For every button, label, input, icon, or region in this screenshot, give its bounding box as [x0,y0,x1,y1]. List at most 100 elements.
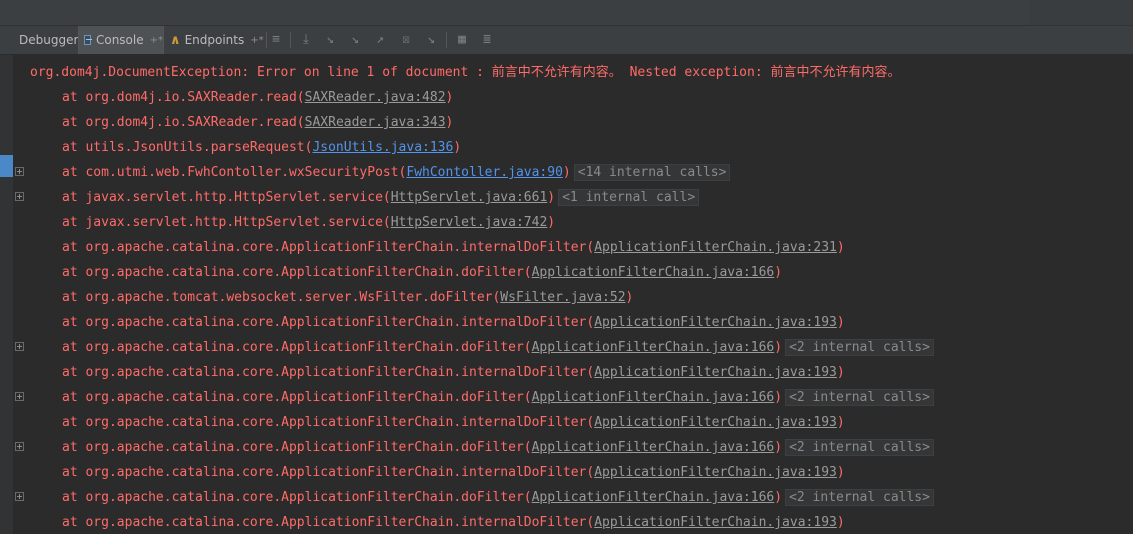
expand-icon[interactable] [15,442,24,451]
console-icon [84,35,92,45]
frame-text: at org.apache.catalina.core.ApplicationF… [62,415,595,430]
frame-close: ) [774,340,783,355]
stack-frame-line: at org.dom4j.io.SAXReader.read(SAXReader… [13,110,1133,135]
frame-close: ) [836,365,845,380]
source-link[interactable]: ApplicationFilterChain.java:193 [594,465,837,480]
stack-frame-line: at org.apache.tomcat.websocket.server.Ws… [13,285,1133,310]
source-link[interactable]: FwhContoller.java:90 [406,165,563,180]
source-link[interactable]: ApplicationFilterChain.java:166 [532,440,775,455]
stack-frame-line: at org.apache.catalina.core.ApplicationF… [13,435,1133,460]
source-link[interactable]: ApplicationFilterChain.java:166 [532,340,775,355]
frame-text: at javax.servlet.http.HttpServlet.servic… [62,190,391,205]
stack-frame-line: at com.utmi.web.FwhContoller.wxSecurityP… [13,160,1133,185]
expand-icon[interactable] [15,167,24,176]
frame-text: at com.utmi.web.FwhContoller.wxSecurityP… [62,165,407,180]
tab-console[interactable]: Console +* [78,26,164,54]
evaluate-expression-icon[interactable]: ▦ [454,32,470,48]
frame-text: at org.apache.catalina.core.ApplicationF… [62,440,532,455]
source-link[interactable]: SAXReader.java:343 [305,115,446,130]
internal-calls-badge[interactable]: <2 internal calls> [785,489,934,506]
stack-frame-line: at utils.JsonUtils.parseRequest(JsonUtil… [13,135,1133,160]
frame-text: at org.apache.catalina.core.ApplicationF… [62,365,595,380]
debug-toolbar: Debugger Console +* ∧ Endpoints +* ≡ ⤓ ↘… [0,26,1133,55]
frame-close: ) [547,190,556,205]
frame-text: at org.apache.tomcat.websocket.server.Ws… [62,290,501,305]
frame-close: ) [625,290,634,305]
stack-frame-line: at org.apache.catalina.core.ApplicationF… [13,335,1133,360]
source-link[interactable]: SAXReader.java:482 [305,90,446,105]
force-step-into-icon[interactable]: ↘ [347,32,363,48]
source-link[interactable]: ApplicationFilterChain.java:166 [532,390,775,405]
frame-close: ) [774,490,783,505]
source-link[interactable]: ApplicationFilterChain.java:166 [532,490,775,505]
frame-close: ) [547,215,556,230]
internal-calls-badge[interactable]: <2 internal calls> [785,389,934,406]
source-link[interactable]: ApplicationFilterChain.java:193 [594,415,837,430]
expand-icon[interactable] [15,492,24,501]
frame-close: ) [836,240,845,255]
frame-close: ) [445,115,454,130]
frame-text: at org.apache.catalina.core.ApplicationF… [62,340,532,355]
tab-endpoints[interactable]: ∧ Endpoints +* [168,26,264,54]
console-output[interactable]: org.dom4j.DocumentException: Error on li… [13,55,1133,534]
toolbar-divider [266,32,267,48]
frame-close: ) [774,265,783,280]
toolbar-divider [290,32,291,48]
frame-text: at org.apache.catalina.core.ApplicationF… [62,390,532,405]
frame-text: at org.apache.catalina.core.ApplicationF… [62,465,595,480]
source-link[interactable]: HttpServlet.java:742 [391,215,548,230]
internal-calls-badge[interactable]: <2 internal calls> [785,339,934,356]
source-link[interactable]: WsFilter.java:52 [500,290,625,305]
frame-close: ) [453,140,462,155]
source-link[interactable]: HttpServlet.java:661 [391,190,548,205]
pin-icon[interactable]: +* [150,35,163,46]
frame-text: at javax.servlet.http.HttpServlet.servic… [62,215,391,230]
top-strip [0,0,1133,26]
source-link[interactable]: ApplicationFilterChain.java:231 [594,240,837,255]
toolbar-divider [446,32,447,48]
source-link[interactable]: ApplicationFilterChain.java:166 [532,265,775,280]
stack-frame-line: at org.apache.catalina.core.ApplicationF… [13,360,1133,385]
internal-calls-badge[interactable]: <2 internal calls> [785,439,934,456]
trace-icon[interactable]: ≣ [479,32,495,48]
expand-icon[interactable] [15,192,24,201]
pin-icon[interactable]: +* [250,35,263,46]
drop-frame-icon[interactable]: ☒ [398,32,414,48]
stack-frame-line: at org.apache.catalina.core.ApplicationF… [13,510,1133,534]
frame-text: at org.apache.catalina.core.ApplicationF… [62,490,532,505]
frame-close: ) [836,515,845,530]
tab-console-label: Console [95,33,144,47]
step-into-icon[interactable]: ↘ [322,32,338,48]
frame-close: ) [774,390,783,405]
frame-text: at org.apache.catalina.core.ApplicationF… [62,515,595,530]
frame-text: at org.dom4j.io.SAXReader.read( [62,90,305,105]
stack-frame-line: at org.apache.catalina.core.ApplicationF… [13,460,1133,485]
endpoints-icon: ∧ [170,32,181,48]
source-link[interactable]: ApplicationFilterChain.java:193 [594,315,837,330]
run-to-cursor-icon[interactable]: ↘ [423,32,439,48]
step-over-icon[interactable]: ⤓ [298,32,314,48]
show-execution-point-icon[interactable]: ≡ [268,32,284,48]
stack-frame-line: at org.apache.catalina.core.ApplicationF… [13,410,1133,435]
frame-text: at utils.JsonUtils.parseRequest( [62,140,313,155]
tab-debugger[interactable]: Debugger [13,26,84,54]
frame-text: at org.dom4j.io.SAXReader.read( [62,115,305,130]
stack-frame-line: at org.apache.catalina.core.ApplicationF… [13,385,1133,410]
step-out-icon[interactable]: ↗ [372,32,388,48]
stack-frame-line: at org.apache.catalina.core.ApplicationF… [13,235,1133,260]
frame-text: at org.apache.catalina.core.ApplicationF… [62,240,595,255]
frame-close: ) [774,440,783,455]
source-link[interactable]: JsonUtils.java:136 [312,140,453,155]
expand-icon[interactable] [15,392,24,401]
left-gutter [0,55,13,534]
exception-message: org.dom4j.DocumentException: Error on li… [30,65,901,80]
frame-close: ) [836,465,845,480]
source-link[interactable]: ApplicationFilterChain.java:193 [594,365,837,380]
source-link[interactable]: ApplicationFilterChain.java:193 [594,515,837,530]
expand-icon[interactable] [15,342,24,351]
tab-debugger-label: Debugger [19,33,79,47]
frame-close: ) [836,315,845,330]
internal-calls-badge[interactable]: <14 internal calls> [573,164,731,181]
internal-calls-badge[interactable]: <1 internal call> [558,189,700,206]
frame-text: at org.apache.catalina.core.ApplicationF… [62,265,532,280]
